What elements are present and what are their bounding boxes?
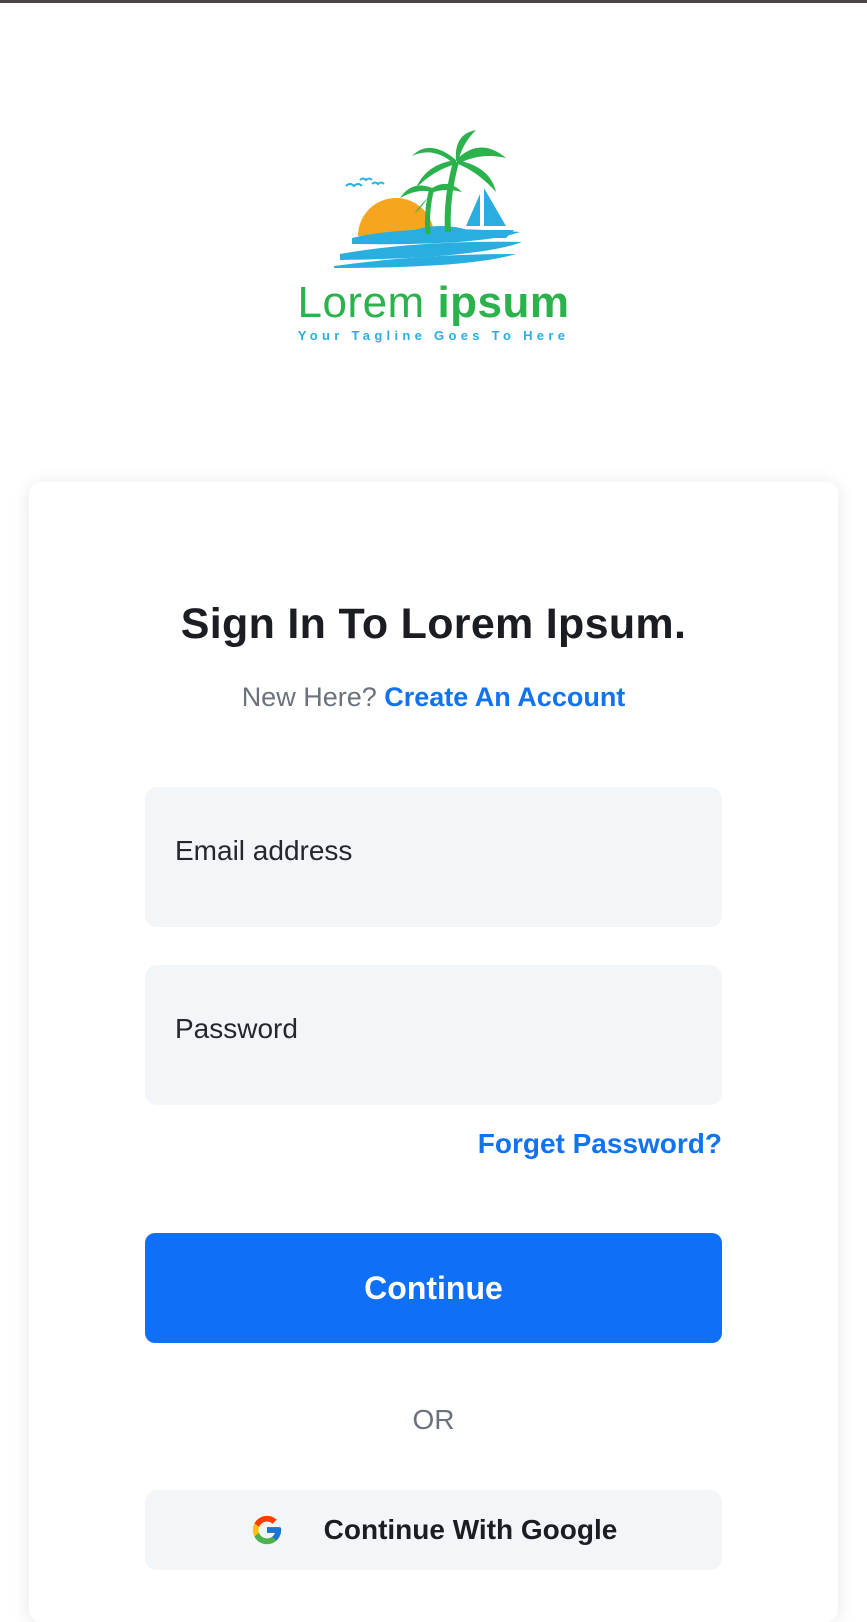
password-input[interactable] [175, 999, 722, 1059]
password-field[interactable] [145, 965, 722, 1105]
or-divider: OR [412, 1404, 455, 1435]
top-strip [0, 0, 867, 3]
email-field[interactable] [145, 787, 722, 927]
brand-name-bold: ipsum [437, 278, 570, 327]
signup-prompt: New Here? Create An Account [29, 682, 838, 713]
forgot-password-link[interactable]: Forget Password? [478, 1128, 722, 1160]
google-g-icon [252, 1515, 281, 1545]
brand-tagline: Your Tagline Goes To Here [297, 328, 570, 343]
brand-name: Lorem ipsum [0, 278, 867, 328]
create-account-link[interactable]: Create An Account [384, 682, 625, 712]
continue-button[interactable]: Continue [145, 1233, 722, 1343]
brand-logo: Lorem ipsum Your Tagline Goes To Here [0, 128, 867, 358]
brand-name-regular: Lorem [297, 278, 438, 327]
signin-card: Sign In To Lorem Ipsum. New Here? Create… [29, 482, 838, 1622]
email-input[interactable] [175, 821, 722, 881]
tropical-island-logo-icon [334, 130, 522, 268]
new-here-text: New Here? [241, 682, 377, 712]
page-title: Sign In To Lorem Ipsum. [180, 600, 687, 648]
google-button-label: Continue With Google [323, 1514, 618, 1545]
continue-with-google-button[interactable]: Continue With Google [145, 1490, 722, 1570]
